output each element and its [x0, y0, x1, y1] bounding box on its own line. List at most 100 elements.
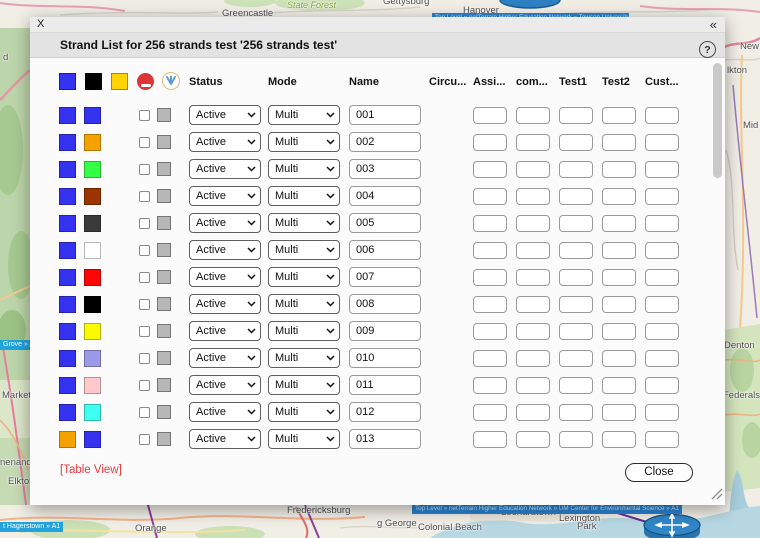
status-select[interactable]: Active [189, 213, 261, 233]
row-gray-button[interactable] [157, 108, 171, 122]
status-select[interactable]: Active [189, 294, 261, 314]
row-gray-button[interactable] [157, 189, 171, 203]
comments-input[interactable] [516, 431, 550, 448]
comments-input[interactable] [516, 377, 550, 394]
row-checkbox[interactable] [139, 245, 150, 256]
name-input[interactable] [349, 159, 421, 179]
test1-input[interactable] [559, 377, 593, 394]
fiber-color-swatch[interactable] [84, 269, 101, 286]
comments-input[interactable] [516, 404, 550, 421]
row-gray-button[interactable] [157, 432, 171, 446]
status-select[interactable]: Active [189, 186, 261, 206]
mode-select[interactable]: Multi [268, 159, 340, 179]
assignment-input[interactable] [473, 242, 507, 259]
name-input[interactable] [349, 132, 421, 152]
name-input[interactable] [349, 375, 421, 395]
assignment-input[interactable] [473, 296, 507, 313]
test1-input[interactable] [559, 431, 593, 448]
custom-input[interactable] [645, 404, 679, 421]
test1-input[interactable] [559, 404, 593, 421]
mode-select[interactable]: Multi [268, 186, 340, 206]
custom-input[interactable] [645, 215, 679, 232]
name-input[interactable] [349, 321, 421, 341]
no-entry-icon[interactable] [137, 73, 154, 90]
test2-input[interactable] [602, 107, 636, 124]
status-select[interactable]: Active [189, 240, 261, 260]
name-input[interactable] [349, 186, 421, 206]
test1-input[interactable] [559, 350, 593, 367]
custom-input[interactable] [645, 188, 679, 205]
custom-input[interactable] [645, 350, 679, 367]
tube-color-swatch[interactable] [59, 269, 76, 286]
custom-input[interactable] [645, 107, 679, 124]
status-select[interactable]: Active [189, 105, 261, 125]
test1-input[interactable] [559, 215, 593, 232]
custom-input[interactable] [645, 161, 679, 178]
test2-input[interactable] [602, 269, 636, 286]
router-node-icon[interactable] [644, 514, 700, 538]
breadcrumb-bar-bottom[interactable]: Top Level » netTerrain Higher Education … [412, 504, 682, 514]
comments-input[interactable] [516, 215, 550, 232]
status-select[interactable]: Active [189, 321, 261, 341]
comments-input[interactable] [516, 323, 550, 340]
custom-input[interactable] [645, 134, 679, 151]
fiber-color-swatch[interactable] [84, 161, 101, 178]
mode-select[interactable]: Multi [268, 105, 340, 125]
row-gray-button[interactable] [157, 351, 171, 365]
row-gray-button[interactable] [157, 135, 171, 149]
help-button[interactable]: ? [699, 41, 716, 58]
mode-select[interactable]: Multi [268, 213, 340, 233]
test1-input[interactable] [559, 161, 593, 178]
comments-input[interactable] [516, 188, 550, 205]
test2-input[interactable] [602, 242, 636, 259]
row-checkbox[interactable] [139, 272, 150, 283]
fiber-color-swatch[interactable] [84, 134, 101, 151]
assignment-input[interactable] [473, 215, 507, 232]
row-gray-button[interactable] [157, 270, 171, 284]
black-swatch-button[interactable] [85, 73, 102, 90]
test2-input[interactable] [602, 377, 636, 394]
assignment-input[interactable] [473, 134, 507, 151]
row-gray-button[interactable] [157, 324, 171, 338]
mode-select[interactable]: Multi [268, 375, 340, 395]
assignment-input[interactable] [473, 107, 507, 124]
mode-select[interactable]: Multi [268, 402, 340, 422]
fiber-color-swatch[interactable] [84, 215, 101, 232]
name-input[interactable] [349, 294, 421, 314]
name-input[interactable] [349, 213, 421, 233]
row-gray-button[interactable] [157, 216, 171, 230]
name-input[interactable] [349, 240, 421, 260]
mode-select[interactable]: Multi [268, 348, 340, 368]
test1-input[interactable] [559, 242, 593, 259]
splitter-icon[interactable] [162, 72, 180, 90]
comments-input[interactable] [516, 134, 550, 151]
mode-select[interactable]: Multi [268, 294, 340, 314]
test2-input[interactable] [602, 215, 636, 232]
row-checkbox[interactable] [139, 434, 150, 445]
mode-select[interactable]: Multi [268, 132, 340, 152]
tube-color-swatch[interactable] [59, 107, 76, 124]
tube-color-swatch[interactable] [59, 377, 76, 394]
test2-input[interactable] [602, 431, 636, 448]
mode-select[interactable]: Multi [268, 429, 340, 449]
status-select[interactable]: Active [189, 267, 261, 287]
test1-input[interactable] [559, 323, 593, 340]
name-input[interactable] [349, 402, 421, 422]
tube-color-swatch[interactable] [59, 242, 76, 259]
comments-input[interactable] [516, 107, 550, 124]
tube-color-swatch[interactable] [59, 431, 76, 448]
blue-swatch-button[interactable] [59, 73, 76, 90]
custom-input[interactable] [645, 377, 679, 394]
name-input[interactable] [349, 267, 421, 287]
row-checkbox[interactable] [139, 299, 150, 310]
fiber-color-swatch[interactable] [84, 242, 101, 259]
tube-color-swatch[interactable] [59, 350, 76, 367]
vertical-scrollbar-thumb[interactable] [713, 63, 722, 178]
mode-select[interactable]: Multi [268, 240, 340, 260]
tube-color-swatch[interactable] [59, 323, 76, 340]
comments-input[interactable] [516, 350, 550, 367]
row-checkbox[interactable] [139, 110, 150, 121]
custom-input[interactable] [645, 242, 679, 259]
row-gray-button[interactable] [157, 162, 171, 176]
custom-input[interactable] [645, 323, 679, 340]
